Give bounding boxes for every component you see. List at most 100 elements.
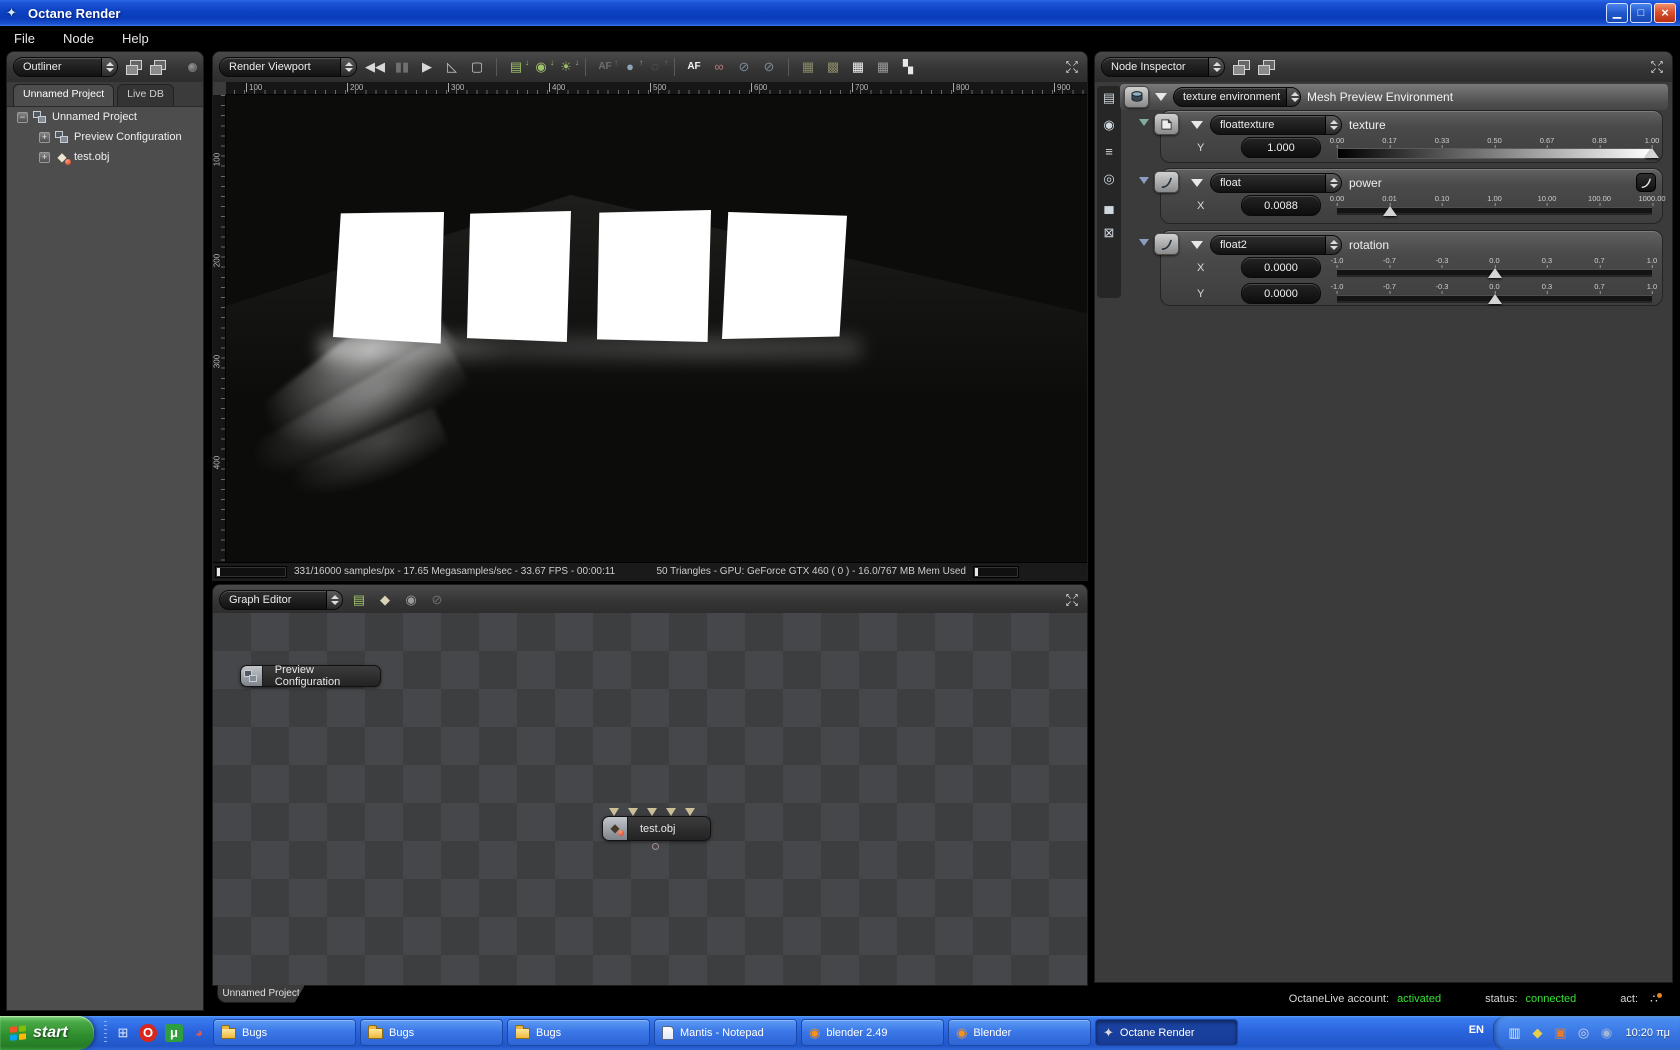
texture-slider[interactable]: 0.00 0.17 0.33 0.50 0.67 0.83 1.00 [1330, 136, 1659, 160]
input-pin[interactable] [609, 808, 619, 816]
clock[interactable]: 10:20 πμ [1625, 1027, 1670, 1039]
save-render-state-icon[interactable]: ◉ [533, 54, 554, 76]
value-field[interactable]: 1.000 [1241, 137, 1321, 158]
input-pin[interactable] [628, 808, 638, 816]
log-curve-toggle-icon[interactable] [1636, 173, 1656, 192]
disabled-ball-icon[interactable]: ⊘ [429, 591, 445, 609]
close-button[interactable]: × [1654, 3, 1676, 23]
camera-preview-icon[interactable]: ◉ [1101, 116, 1117, 134]
collapse-caret-icon[interactable] [1191, 178, 1203, 187]
pause-render-icon[interactable]: ▮▮ [394, 58, 410, 76]
tree-expander-icon[interactable]: − [17, 111, 28, 123]
taskbar-button-mantis-notepad[interactable]: Mantis - Notepad [654, 1019, 797, 1046]
collapse-caret-icon[interactable] [1155, 93, 1167, 101]
quick-launch-app1-icon[interactable]: ⊞ [115, 1024, 131, 1042]
save-image-icon[interactable]: ▤ [351, 591, 367, 609]
graph-project-tab[interactable]: Unnamed Project [217, 985, 305, 1003]
checker-white-icon[interactable]: ▦ [850, 58, 866, 76]
collapse-caret-icon[interactable] [1191, 240, 1203, 249]
slider-handle[interactable] [1487, 268, 1502, 278]
slider-handle[interactable] [1382, 206, 1397, 216]
tray-update-icon[interactable]: ◎ [1575, 1024, 1591, 1042]
collapse-caret-icon[interactable] [1191, 120, 1203, 129]
input-pin[interactable] [666, 808, 676, 816]
taskbar-button-bugs[interactable]: Bugs [507, 1019, 650, 1046]
selector-spinner-icon[interactable] [101, 58, 118, 76]
taskbar-button-bugs[interactable]: Bugs [360, 1019, 503, 1046]
pick-focus-icon[interactable]: ◌ [647, 54, 668, 76]
power-slider[interactable]: 0.00 0.01 0.10 1.00 10.00 100.00 1000.00 [1330, 194, 1666, 218]
selector-spinner-icon[interactable] [340, 58, 356, 76]
selector-spinner-icon[interactable] [1325, 235, 1341, 254]
node-type-dropdown[interactable]: texture environment [1173, 87, 1301, 107]
no-preview-icon[interactable]: ⊠ [1101, 224, 1117, 242]
play-render-icon[interactable]: ▶ [419, 58, 435, 76]
taskbar-button-bugs[interactable]: Bugs [213, 1019, 356, 1046]
value-field[interactable]: 0.0000 [1241, 283, 1321, 304]
load-render-state-icon[interactable]: ● [622, 54, 643, 76]
layers-icon[interactable]: ≡ [1101, 143, 1117, 161]
slider-handle[interactable] [1645, 148, 1659, 158]
maximize-button[interactable]: □ [1630, 3, 1652, 23]
tree-expander-icon[interactable]: + [39, 151, 50, 163]
floattexture-node-icon[interactable] [1154, 113, 1179, 135]
new-window-icon[interactable] [126, 59, 143, 75]
tab-unnamed-project[interactable]: Unnamed Project [13, 84, 115, 106]
value-field[interactable]: 0.0088 [1241, 195, 1321, 216]
selector-spinner-icon[interactable] [1286, 88, 1300, 106]
inspector-selector[interactable]: Node Inspector [1101, 57, 1225, 77]
tab-live-db[interactable]: Live DB [117, 84, 174, 106]
texture-environment-node-icon[interactable] [1124, 86, 1149, 108]
checker-bw-icon[interactable]: ▚ [900, 58, 916, 76]
minimize-button[interactable]: ▁ [1606, 3, 1628, 23]
duplicate-window-icon[interactable] [1258, 59, 1275, 75]
value-field[interactable]: 0.0000 [1241, 257, 1321, 278]
menu-item-help[interactable]: Help [108, 28, 163, 49]
render-preview-icon[interactable]: ▤ [1101, 89, 1117, 107]
menu-item-node[interactable]: Node [49, 28, 108, 49]
taskbar-button-blender-2-49[interactable]: ◉ blender 2.49 [801, 1019, 944, 1046]
input-pin[interactable] [685, 808, 695, 816]
node-graph-canvas[interactable]: Preview Configuration ◆ test.obj [213, 613, 1087, 985]
selector-spinner-icon[interactable] [326, 591, 342, 609]
start-button[interactable]: start [0, 1016, 94, 1050]
param-type-dropdown[interactable]: float [1210, 172, 1342, 193]
expand-panel-icon[interactable]: ↖↗ ↙↘ [1063, 60, 1081, 75]
taskbar-button-blender[interactable]: ◉ Blender [948, 1019, 1091, 1046]
save-image-icon[interactable]: ▤ [508, 54, 529, 76]
selector-spinner-icon[interactable] [1208, 58, 1224, 76]
save-lighting-icon[interactable]: ☀ [558, 54, 579, 76]
quick-launch-app4-icon[interactable]: ◕ [191, 1024, 207, 1042]
float-node-icon[interactable] [1154, 171, 1179, 193]
slider-handle[interactable] [1487, 294, 1502, 304]
tray-shield-icon[interactable]: ◆ [1529, 1024, 1545, 1042]
restart-render-icon[interactable]: ◀◀ [365, 58, 385, 76]
language-indicator[interactable]: EN [1469, 1024, 1484, 1036]
duplicate-window-icon[interactable] [150, 59, 167, 75]
rotation-y-slider[interactable]: -1.0 -0.7 -0.3 0.0 0.3 0.7 1.0 [1331, 282, 1657, 306]
param-type-dropdown[interactable]: floattexture [1210, 114, 1342, 135]
expand-panel-icon[interactable]: ↖↗ ↙↘ [1648, 60, 1666, 75]
opera-icon[interactable]: O [139, 1024, 157, 1042]
param-type-dropdown[interactable]: float2 [1210, 234, 1342, 255]
sphere-disabled2-icon[interactable]: ⊘ [761, 58, 777, 76]
outliner-selector[interactable]: Outliner [13, 57, 119, 77]
tree-item-unnamed-project[interactable]: − Unnamed Project [7, 107, 203, 127]
tree-expander-icon[interactable]: + [39, 131, 50, 143]
checker-gray-icon[interactable]: ▦ [875, 58, 891, 76]
taskbar-button-octane-render[interactable]: ✦ Octane Render [1095, 1019, 1238, 1046]
expand-panel-icon[interactable]: ↖↗ ↙↘ [1063, 593, 1081, 608]
input-pin[interactable] [647, 808, 657, 816]
test-obj-node[interactable]: ◆ test.obj [602, 808, 711, 850]
preview-configuration-node[interactable]: Preview Configuration [240, 664, 381, 688]
autofocus-icon[interactable]: AF [686, 58, 702, 76]
mesh-node-icon[interactable]: ◆ [377, 591, 393, 609]
sphere-disabled-icon[interactable]: ⊘ [736, 58, 752, 76]
material-preview-icon[interactable]: ◎ [1101, 170, 1117, 188]
rotation-x-slider[interactable]: -1.0 -0.7 -0.3 0.0 0.3 0.7 1.0 [1331, 256, 1657, 280]
float2-node-icon[interactable] [1154, 233, 1179, 255]
alpha-channel-icon[interactable]: ▦ [800, 58, 816, 76]
viewport-selector[interactable]: Render Viewport [219, 57, 357, 77]
region-render-icon[interactable]: ▢ [469, 58, 485, 76]
tray-app-icon[interactable]: ▣ [1552, 1024, 1568, 1042]
